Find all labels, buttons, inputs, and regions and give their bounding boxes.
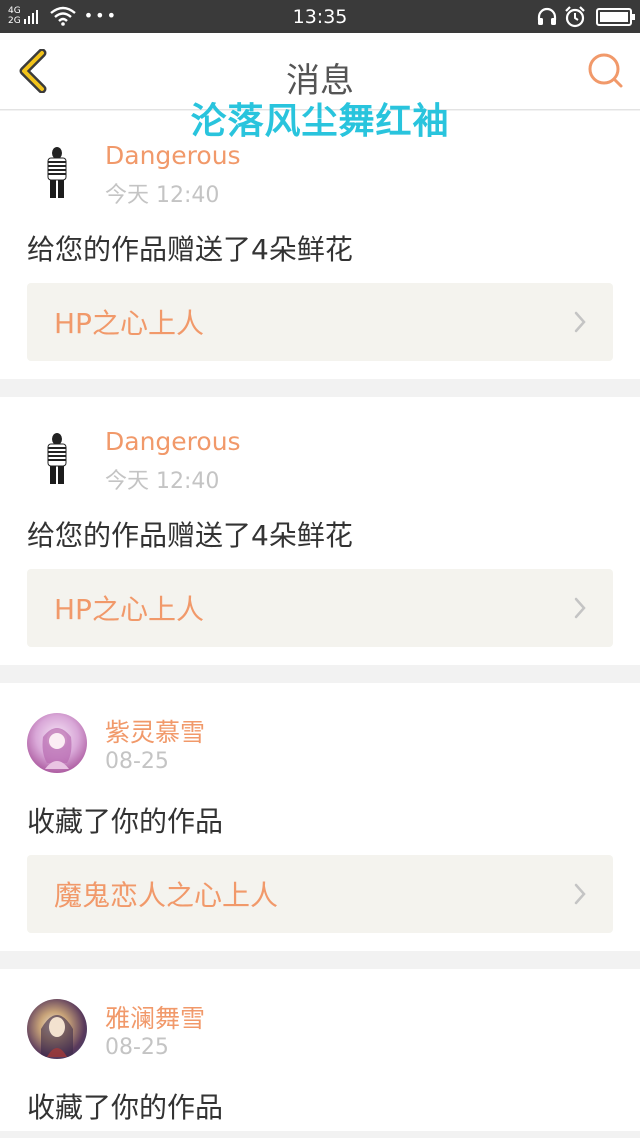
message-text: 收藏了你的作品 [27, 1091, 224, 1124]
username[interactable]: 雅澜舞雪 [105, 999, 205, 1035]
avatar[interactable] [27, 427, 87, 487]
avatar[interactable] [27, 713, 87, 773]
username[interactable]: 紫灵慕雪 [105, 713, 205, 749]
search-button[interactable] [586, 51, 626, 91]
avatar[interactable] [27, 141, 87, 201]
work-link[interactable]: HP之心上人 [27, 283, 613, 361]
username[interactable]: Dangerous [105, 427, 241, 456]
status-bar: 4G 2G ••• 13:35 [0, 0, 640, 33]
battery-level [600, 12, 628, 22]
message-card: Dangerous 今天 12:40 给您的作品赠送了4朵鲜花 HP之心上人 [0, 111, 640, 379]
work-link[interactable]: 魔鬼恋人之心上人 [27, 855, 613, 933]
alarm-icon [565, 6, 585, 28]
message-text: 给您的作品赠送了4朵鲜花 [27, 519, 353, 552]
message-text: 收藏了你的作品 [27, 805, 224, 838]
work-link[interactable]: HP之心上人 [27, 569, 613, 647]
message-header: 紫灵慕雪 08-25 [0, 683, 640, 783]
battery-icon [596, 8, 635, 26]
message-header: Dangerous 今天 12:40 [0, 397, 640, 497]
chevron-right-icon [574, 311, 586, 333]
message-card: 紫灵慕雪 08-25 收藏了你的作品 魔鬼恋人之心上人 [0, 683, 640, 951]
chevron-right-icon [574, 883, 586, 905]
status-right [530, 6, 635, 28]
avatar-figure-icon [47, 433, 67, 484]
avatar-portrait-icon [41, 1015, 73, 1057]
work-title: HP之心上人 [54, 593, 204, 626]
message-time: 08-25 [105, 749, 169, 774]
chevron-right-icon [574, 597, 586, 619]
message-time: 08-25 [105, 1035, 169, 1060]
avatar-figure-icon [47, 147, 67, 198]
work-title: HP之心上人 [54, 307, 204, 340]
message-header: 雅澜舞雪 08-25 [0, 969, 640, 1069]
message-card: Dangerous 今天 12:40 给您的作品赠送了4朵鲜花 HP之心上人 [0, 397, 640, 665]
message-text: 给您的作品赠送了4朵鲜花 [27, 233, 353, 266]
message-time: 今天 12:40 [105, 469, 220, 494]
headset-icon [537, 7, 557, 25]
watermark-text: 沦落风尘舞红袖 [190, 101, 450, 142]
avatar-portrait-icon [42, 728, 72, 769]
message-list: Dangerous 今天 12:40 给您的作品赠送了4朵鲜花 HP之心上人 D… [0, 111, 640, 1138]
username[interactable]: Dangerous [105, 141, 241, 170]
message-card: 雅澜舞雪 08-25 收藏了你的作品 [0, 969, 640, 1131]
avatar[interactable] [27, 999, 87, 1059]
work-title: 魔鬼恋人之心上人 [54, 879, 279, 912]
message-time: 今天 12:40 [105, 183, 220, 208]
